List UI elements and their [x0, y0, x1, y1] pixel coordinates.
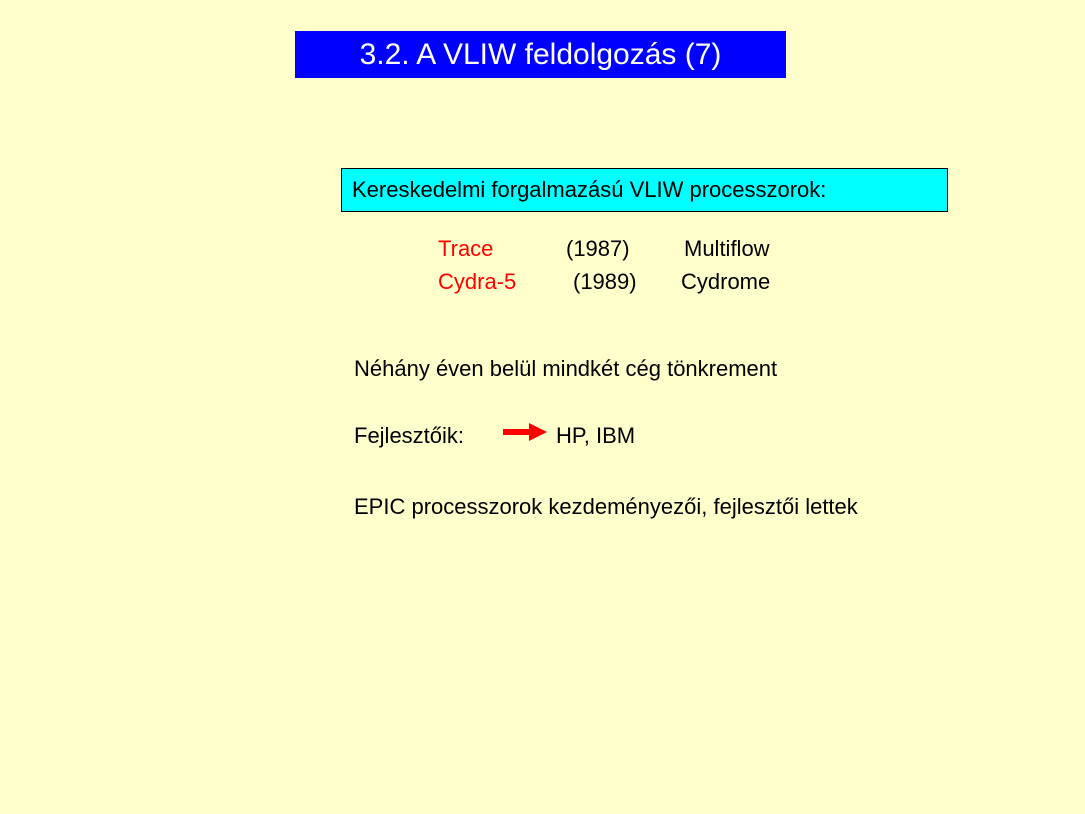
processor-year: (1987) [566, 236, 630, 261]
processor-company: Cydrome [681, 269, 771, 294]
box-heading: Kereskedelmi forgalmazású VLIW processzo… [341, 168, 948, 212]
processor-name: Trace [438, 236, 494, 261]
slide-title: 3.2. A VLIW feldolgozás (7) [295, 31, 786, 78]
processor-year: (1989) [573, 269, 637, 294]
developers-value: HP, IBM [556, 423, 636, 448]
processor-company: Multiflow [684, 236, 770, 261]
right-arrow-icon [503, 423, 547, 446]
statement-text: Néhány éven belül mindkét cég tönkrement [354, 356, 778, 381]
developers-label: Fejlesztőik: [354, 423, 465, 448]
conclusion-text: EPIC processzorok kezdeményezői, fejlesz… [354, 494, 858, 519]
processor-name: Cydra-5 [438, 269, 517, 294]
